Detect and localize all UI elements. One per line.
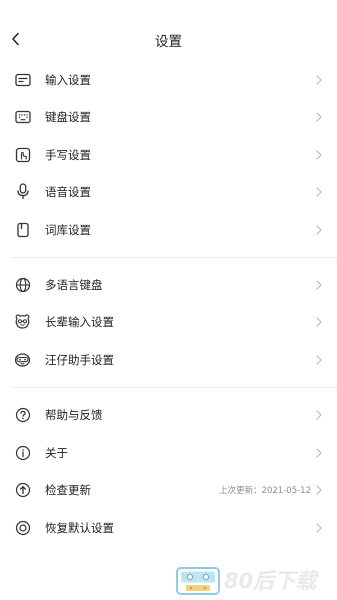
chevron-right-icon <box>315 279 323 291</box>
reset-icon <box>14 519 31 536</box>
section-divider <box>12 257 337 258</box>
dog-assistant-icon <box>14 351 31 368</box>
settings-item-label: 帮助与反馈 <box>45 407 103 422</box>
microphone-icon <box>14 183 31 200</box>
settings-item-label: 汪仔助手设置 <box>45 352 114 367</box>
help-icon <box>14 406 31 423</box>
elder-face-icon <box>14 313 31 330</box>
settings-item-label: 语音设置 <box>45 184 91 199</box>
chevron-right-icon <box>315 316 323 328</box>
settings-item-keyboard[interactable]: 键盘设置 <box>0 98 337 135</box>
settings-item-voice[interactable]: 语音设置 <box>0 173 337 210</box>
chevron-right-icon <box>315 484 323 496</box>
chevron-right-icon <box>315 186 323 198</box>
section-divider <box>12 387 337 388</box>
chevron-right-icon <box>315 74 323 86</box>
settings-item-label: 键盘设置 <box>45 109 91 124</box>
page-title: 设置 <box>155 34 182 50</box>
last-update-text: 上次更新：2021-05-12 <box>219 485 311 496</box>
settings-item-help[interactable]: 帮助与反馈 <box>0 396 337 433</box>
watermark: 80后下载 <box>176 565 337 597</box>
settings-item-check-update[interactable]: 检查更新 上次更新：2021-05-12 <box>0 471 337 508</box>
chevron-right-icon <box>315 111 323 123</box>
cassette-logo-icon <box>176 567 220 595</box>
settings-item-label: 恢复默认设置 <box>45 520 114 535</box>
handwriting-icon <box>14 146 31 163</box>
settings-item-label: 多语言键盘 <box>45 277 103 292</box>
globe-icon <box>14 276 31 293</box>
settings-item-handwriting[interactable]: 手写设置 <box>0 136 337 173</box>
update-icon <box>14 481 31 498</box>
settings-item-elder-input[interactable]: 长辈输入设置 <box>0 303 337 340</box>
settings-item-label: 长辈输入设置 <box>45 314 114 329</box>
chevron-right-icon <box>315 354 323 366</box>
chevron-right-icon <box>315 447 323 459</box>
settings-page: 设置 输入设置 键盘设置 手写设置 语音设置 词库设置 多语言键盘 长辈输入设置… <box>0 0 337 600</box>
settings-item-label: 检查更新 <box>45 482 91 497</box>
settings-item-input[interactable]: 输入设置 <box>0 61 337 98</box>
settings-item-about[interactable]: 关于 <box>0 434 337 471</box>
info-icon <box>14 444 31 461</box>
watermark-text: 80后下载 <box>224 569 317 593</box>
settings-item-label: 手写设置 <box>45 147 91 162</box>
keyboard-icon <box>14 108 31 125</box>
settings-item-reset[interactable]: 恢复默认设置 <box>0 509 337 546</box>
settings-item-label: 关于 <box>45 445 68 460</box>
settings-item-multilanguage[interactable]: 多语言键盘 <box>0 266 337 303</box>
settings-item-label: 词库设置 <box>45 222 91 237</box>
settings-item-dog-assistant[interactable]: 汪仔助手设置 <box>0 341 337 378</box>
settings-item-dictionary[interactable]: 词库设置 <box>0 211 337 248</box>
chevron-right-icon <box>315 224 323 236</box>
input-settings-icon <box>14 71 31 88</box>
chevron-right-icon <box>315 409 323 421</box>
chevron-right-icon <box>315 149 323 161</box>
dictionary-icon <box>14 221 31 238</box>
chevron-right-icon <box>315 522 323 534</box>
settings-item-label: 输入设置 <box>45 72 91 87</box>
